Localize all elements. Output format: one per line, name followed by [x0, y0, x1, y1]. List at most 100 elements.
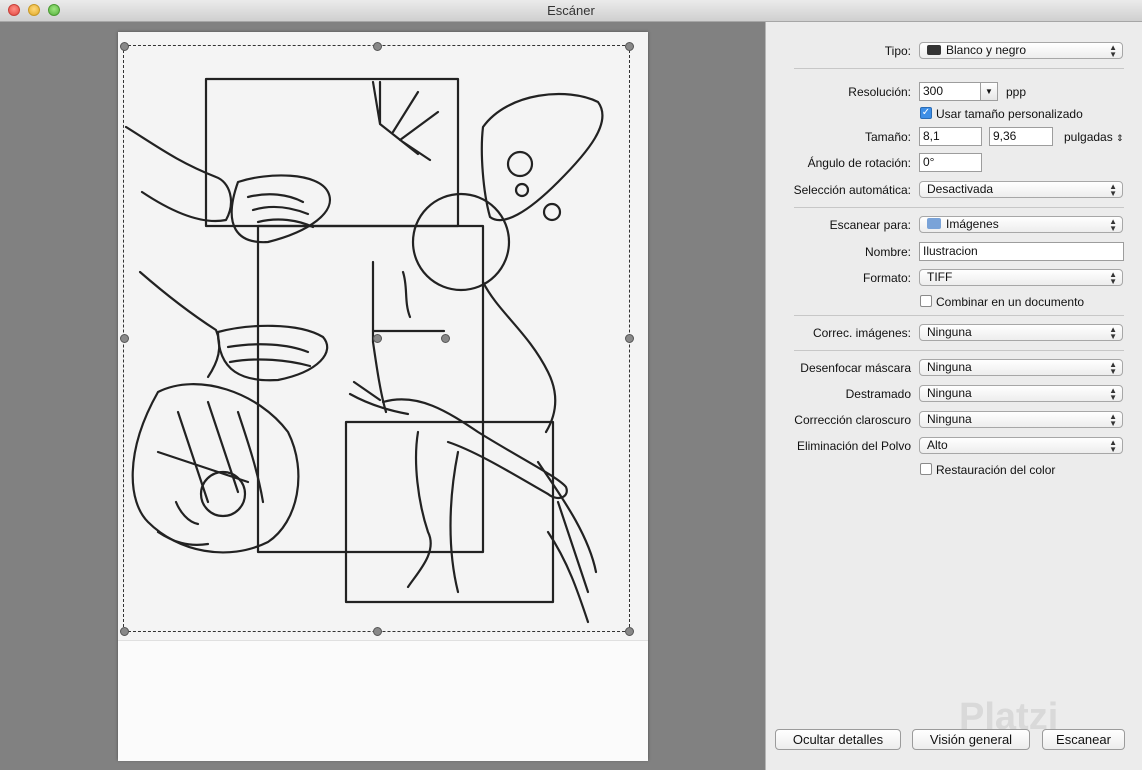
row-angulo: Ángulo de rotación: 0° [766, 153, 1142, 173]
popup-arrows-icon: ▲ ▼ [1109, 43, 1117, 59]
tamano-width-field[interactable]: 8,1 [919, 127, 982, 146]
selection-handle-right[interactable] [625, 334, 634, 343]
selection-handle-bottom-right[interactable] [625, 627, 634, 636]
resolucion-unit: ppp [1006, 85, 1027, 99]
row-formato: Formato: TIFF ▲ ▼ [766, 268, 1142, 288]
usar-tamano-checkbox[interactable]: ✓ [920, 107, 932, 119]
row-correc: Correc. imágenes: Ninguna ▲ ▼ [766, 323, 1142, 343]
selection-handle-bottom[interactable] [373, 627, 382, 636]
escanear-para-popup[interactable]: Imágenes ▲ ▼ [919, 216, 1123, 233]
popup-arrows-icon: ▲ ▼ [1109, 217, 1117, 233]
restauracion-checkbox[interactable] [920, 463, 932, 475]
escanear-button[interactable]: Escanear [1042, 729, 1125, 750]
selection-handle-left[interactable] [120, 334, 129, 343]
resolucion-label: Resolución: [848, 85, 911, 99]
popup-arrows-icon: ▲ ▼ [1109, 360, 1117, 376]
popup-arrows-icon: ▲ ▼ [1109, 270, 1117, 286]
desenfocar-value: Ninguna [927, 360, 972, 374]
selection-marquee[interactable] [120, 42, 634, 636]
angulo-field[interactable]: 0° [919, 153, 982, 172]
bw-image-icon [927, 45, 941, 55]
folder-icon [927, 218, 941, 229]
scan-preview-area[interactable] [0, 22, 765, 770]
separator [794, 207, 1124, 208]
row-usar-tamano: ✓ Usar tamaño personalizado [766, 104, 1142, 124]
row-claroscuro: Corrección claroscuro Ninguna ▲ ▼ [766, 410, 1142, 430]
popup-arrows-icon: ⇕ [1116, 133, 1124, 143]
resolucion-combo[interactable]: 300 [919, 82, 981, 101]
row-destramado: Destramado Ninguna ▲ ▼ [766, 384, 1142, 404]
row-seleccion: Selección automática: Desactivada ▲ ▼ [766, 180, 1142, 200]
tipo-popup[interactable]: Blanco y negro ▲ ▼ [919, 42, 1123, 59]
formato-label: Formato: [862, 271, 911, 285]
tamano-height-value: 9,36 [993, 129, 1017, 143]
popup-arrows-icon: ▲ ▼ [1109, 182, 1117, 198]
correc-value: Ninguna [927, 325, 972, 339]
row-tipo: Tipo: Blanco y negro ▲ ▼ [766, 41, 1142, 61]
angulo-label: Ángulo de rotación: [807, 156, 911, 170]
row-combinar: Combinar en un documento [766, 292, 1142, 312]
selection-handle-top[interactable] [373, 42, 382, 51]
angulo-value: 0° [923, 155, 935, 169]
seleccion-popup[interactable]: Desactivada ▲ ▼ [919, 181, 1123, 198]
scan-settings-panel: Tipo: Blanco y negro ▲ ▼ Resolución: 300 ▼… [765, 22, 1142, 770]
scanned-page [118, 32, 648, 761]
separator [794, 350, 1124, 351]
claroscuro-label: Corrección claroscuro [794, 413, 911, 427]
polvo-value: Alto [927, 438, 948, 452]
tamano-label: Tamaño: [864, 130, 911, 144]
formato-value: TIFF [927, 270, 953, 284]
claroscuro-value: Ninguna [927, 412, 972, 426]
selection-handle-top-left[interactable] [120, 42, 129, 51]
popup-arrows-icon: ▲ ▼ [1109, 325, 1117, 341]
formato-popup[interactable]: TIFF ▲ ▼ [919, 269, 1123, 286]
combinar-label: Combinar en un documento [936, 295, 1085, 309]
popup-arrows-icon: ▲ ▼ [1109, 412, 1117, 428]
popup-arrows-icon: ▲ ▼ [1109, 438, 1117, 454]
window-title: Escáner [547, 3, 595, 18]
separator [794, 315, 1124, 316]
escanear-para-label: Escanear para: [829, 218, 911, 232]
nombre-label: Nombre: [864, 245, 911, 259]
row-restauracion: Restauración del color [766, 460, 1142, 480]
selection-handle-bottom-left[interactable] [120, 627, 129, 636]
combinar-checkbox[interactable] [920, 295, 932, 307]
chevron-down-icon: ▼ [985, 87, 993, 96]
row-escanear-para: Escanear para: Imágenes ▲ ▼ [766, 215, 1142, 235]
row-nombre: Nombre: Ilustracion [766, 242, 1142, 262]
resolucion-value: 300 [923, 84, 944, 98]
desenfocar-label: Desenfocar máscara [800, 361, 911, 375]
rotation-handle-right[interactable] [441, 334, 450, 343]
rotation-handle-left[interactable] [373, 334, 382, 343]
vision-general-button[interactable]: Visión general [912, 729, 1030, 750]
popup-arrows-icon: ▲ ▼ [1109, 386, 1117, 402]
selection-handle-top-right[interactable] [625, 42, 634, 51]
seleccion-value: Desactivada [927, 182, 994, 196]
escanear-para-value: Imágenes [946, 217, 999, 231]
resolucion-dropdown-button[interactable]: ▼ [981, 82, 998, 101]
correc-popup[interactable]: Ninguna ▲ ▼ [919, 324, 1123, 341]
destramado-label: Destramado [845, 387, 911, 401]
row-resolucion: Resolución: 300 ▼ ppp [766, 82, 1142, 102]
tipo-label: Tipo: [884, 44, 911, 58]
destramado-value: Ninguna [927, 386, 972, 400]
tamano-unit-popup[interactable]: pulgadas ⇕ [1064, 130, 1124, 144]
tamano-height-field[interactable]: 9,36 [989, 127, 1053, 146]
claroscuro-popup[interactable]: Ninguna ▲ ▼ [919, 411, 1123, 428]
title-bar: Escáner [0, 0, 1142, 22]
row-polvo: Eliminación del Polvo Alto ▲ ▼ [766, 436, 1142, 456]
seleccion-label: Selección automática: [793, 183, 911, 197]
ocultar-detalles-button[interactable]: Ocultar detalles [775, 729, 901, 750]
row-tamano: Tamaño: 8,1 9,36 pulgadas ⇕ [766, 127, 1142, 147]
tipo-value: Blanco y negro [946, 43, 1027, 57]
desenfocar-popup[interactable]: Ninguna ▲ ▼ [919, 359, 1123, 376]
tamano-width-value: 8,1 [923, 129, 940, 143]
row-desenfocar: Desenfocar máscara Ninguna ▲ ▼ [766, 358, 1142, 378]
nombre-value: Ilustracion [923, 244, 978, 258]
polvo-popup[interactable]: Alto ▲ ▼ [919, 437, 1123, 454]
checkmark-icon: ✓ [921, 107, 931, 118]
destramado-popup[interactable]: Ninguna ▲ ▼ [919, 385, 1123, 402]
nombre-field[interactable]: Ilustracion [919, 242, 1124, 261]
separator [794, 68, 1124, 69]
restauracion-label: Restauración del color [936, 463, 1056, 477]
